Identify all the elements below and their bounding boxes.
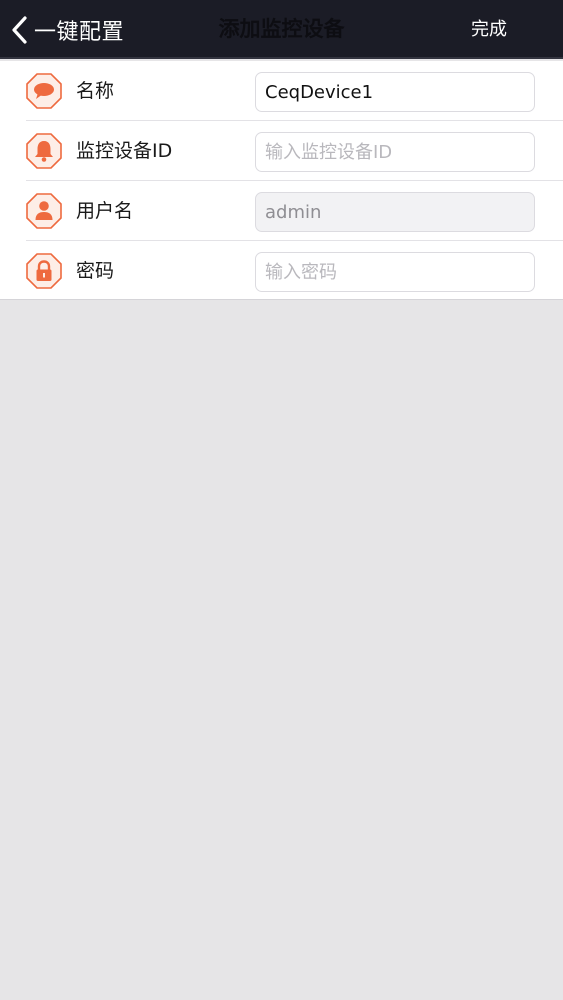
form-row-device-id: 监控设备ID (0, 121, 563, 181)
form-row-password: 密码 (0, 241, 563, 301)
done-button[interactable]: 完成 (471, 0, 507, 59)
device-id-input[interactable] (255, 132, 535, 172)
form-row-username: 用户名 (0, 181, 563, 241)
lock-icon (26, 253, 62, 289)
device-id-label: 监控设备ID (76, 140, 173, 162)
password-label: 密码 (76, 260, 115, 282)
name-label: 名称 (76, 80, 115, 102)
password-input[interactable] (255, 252, 535, 292)
back-button[interactable]: 一键配置 (10, 8, 124, 52)
user-icon (26, 193, 62, 229)
device-form: 名称 监控设备ID 用户名 密码 (0, 61, 563, 300)
username-label: 用户名 (76, 200, 134, 222)
form-row-name: 名称 (0, 61, 563, 121)
bell-icon (26, 133, 62, 169)
chevron-left-icon (12, 16, 27, 44)
back-button-label: 一键配置 (34, 20, 125, 45)
navigation-bar: 一键配置 添加监控设备 完成 (0, 0, 563, 59)
speech-bubble-icon (26, 73, 62, 109)
name-input[interactable] (255, 72, 535, 112)
username-input[interactable] (255, 192, 535, 232)
